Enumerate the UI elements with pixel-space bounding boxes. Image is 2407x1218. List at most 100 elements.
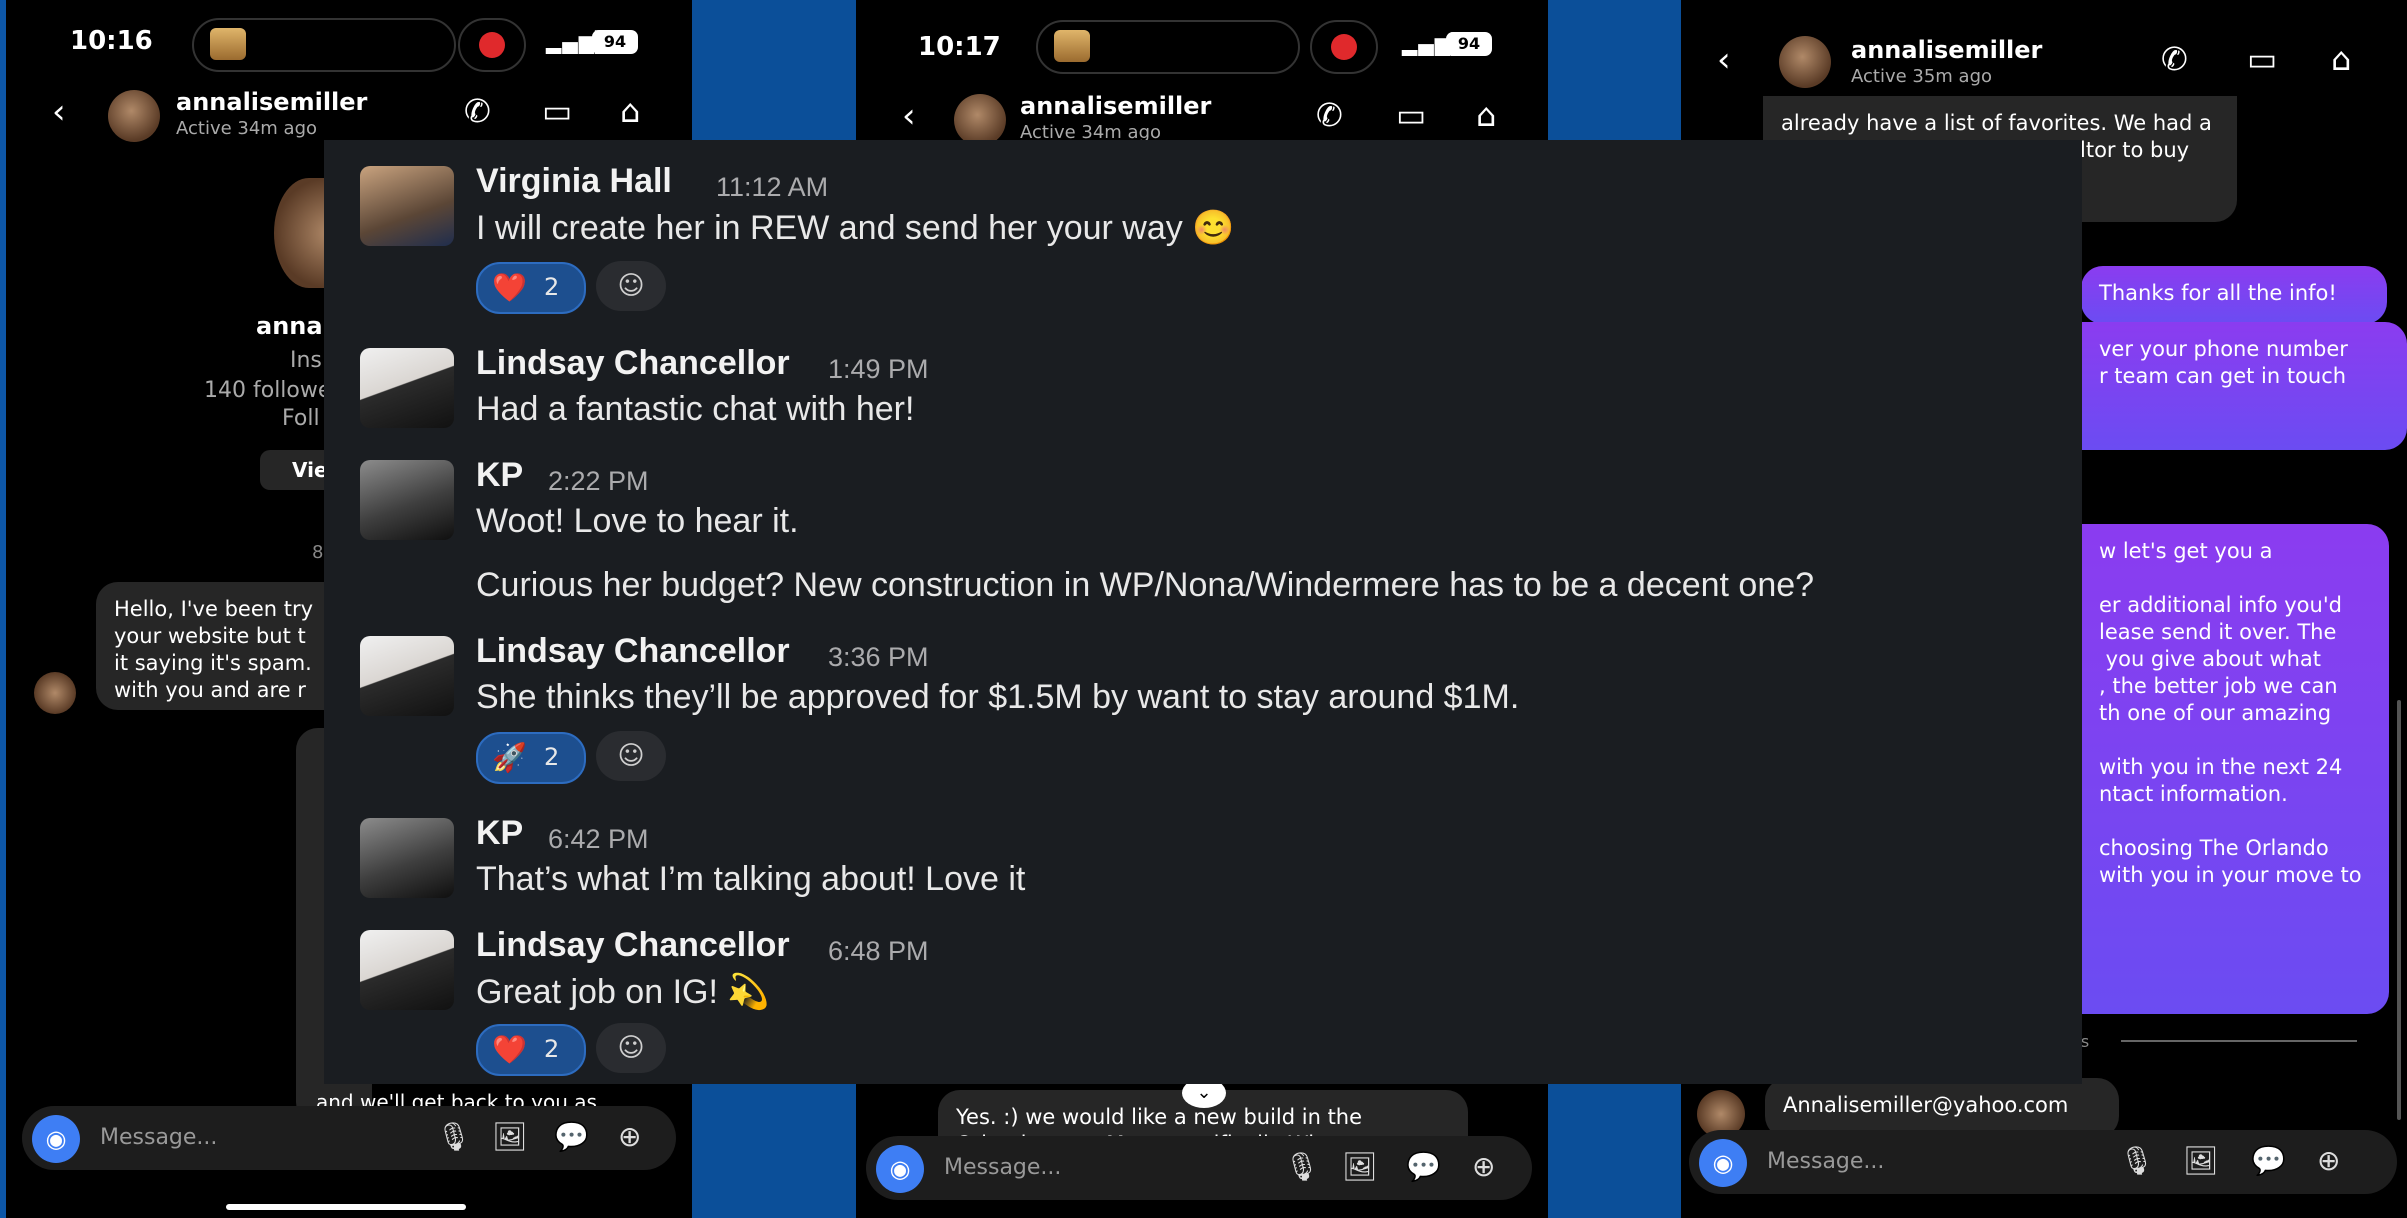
heart-icon: ❤️	[492, 1033, 527, 1066]
chat-username[interactable]: annalisemiller	[1020, 92, 1211, 120]
avatar[interactable]	[360, 348, 454, 428]
camera-icon[interactable]: ◉	[1699, 1139, 1747, 1187]
sticker-icon[interactable]: 💬	[554, 1120, 589, 1153]
avatar[interactable]	[954, 94, 1006, 146]
message-timestamp[interactable]: 11:12 AM	[716, 172, 828, 203]
status-time: 10:16	[70, 26, 153, 56]
dynamic-island	[1036, 20, 1300, 74]
avatar[interactable]	[360, 636, 454, 716]
status-time: 10:17	[918, 32, 1001, 62]
back-chevron-icon[interactable]: ‹	[902, 96, 916, 136]
battery-indicator: 94	[592, 30, 638, 54]
home-indicator	[226, 1204, 466, 1210]
message-author[interactable]: KP	[476, 814, 523, 853]
message-timestamp[interactable]: 3:36 PM	[828, 642, 929, 673]
record-indicator-icon	[1310, 20, 1378, 74]
record-indicator-icon	[458, 18, 526, 72]
message-timestamp[interactable]: 2:22 PM	[548, 466, 649, 497]
scrollbar[interactable]	[2397, 700, 2401, 1120]
gallery-icon[interactable]: 🖼	[1342, 1150, 1378, 1183]
avatar[interactable]	[360, 460, 454, 540]
message-author[interactable]: Lindsay Chancellor	[476, 344, 790, 383]
gallery-icon[interactable]: 🖼	[492, 1120, 528, 1153]
reaction-button[interactable]: ❤️ 2	[476, 262, 586, 314]
sticker-icon[interactable]: 💬	[2251, 1144, 2286, 1177]
add-icon[interactable]: ⊕	[2317, 1144, 2340, 1177]
app-thumbnail-icon	[210, 28, 246, 60]
tag-icon[interactable]: ⌂	[620, 92, 640, 130]
message-composer[interactable]: ◉ Message... 🎙 🖼 💬 ⊕	[866, 1136, 1532, 1200]
chat-username[interactable]: annalisemiller	[1851, 36, 2042, 64]
reaction-count: 2	[544, 273, 560, 301]
email-message[interactable]: Annalisemiller@yahoo.com	[1765, 1078, 2119, 1138]
message-input[interactable]: Message...	[1767, 1149, 1884, 1174]
status-bar: 10:16 ▂▄▆█ 94	[6, 0, 692, 90]
reaction-button[interactable]: 🚀 2	[476, 732, 586, 784]
avatar[interactable]	[360, 166, 454, 246]
microphone-icon[interactable]: 🎙	[2119, 1144, 2155, 1177]
active-status: Active 35m ago	[1851, 66, 1993, 87]
video-call-icon[interactable]: ▭	[2247, 40, 2277, 78]
message-composer[interactable]: ◉ Message... 🎙 🖼 💬 ⊕	[22, 1106, 676, 1170]
add-reaction-icon[interactable]: ☺	[596, 731, 666, 781]
message-input[interactable]: Message...	[100, 1125, 217, 1150]
add-icon[interactable]: ⊕	[618, 1120, 641, 1153]
reaction-button[interactable]: ❤️ 2	[476, 1024, 586, 1076]
status-bar: 10:17 ▂▄▆█ 94	[856, 0, 1548, 90]
phone-call-icon[interactable]: ✆	[464, 92, 491, 130]
camera-icon[interactable]: ◉	[876, 1145, 924, 1193]
back-chevron-icon[interactable]: ‹	[52, 92, 66, 132]
slack-thread-panel: Virginia Hall 11:12 AM I will create her…	[324, 140, 2082, 1084]
rocket-icon: 🚀	[492, 741, 527, 774]
sent-message[interactable]: ver your phone number r team can get in …	[2081, 322, 2407, 450]
back-chevron-icon[interactable]: ‹	[1717, 40, 1731, 80]
message-text: Had a fantastic chat with her!	[476, 390, 915, 428]
message-timestamp[interactable]: 6:48 PM	[828, 936, 929, 967]
avatar[interactable]	[360, 818, 454, 898]
profile-name: annal	[256, 312, 331, 340]
message-author[interactable]: Lindsay Chancellor	[476, 632, 790, 671]
chat-header: ‹ annalisemiller Active 34m ago ✆ ▭ ⌂	[6, 82, 692, 146]
message-composer[interactable]: ◉ Message... 🎙 🖼 💬 ⊕	[1689, 1130, 2397, 1194]
chat-header: ‹ annalisemiller Active 35m ago ✆ ▭ ⌂	[1681, 30, 2407, 94]
message-text: Woot! Love to hear it.	[476, 502, 799, 540]
active-status: Active 34m ago	[176, 118, 318, 139]
phone-call-icon[interactable]: ✆	[2161, 40, 2188, 78]
phone-call-icon[interactable]: ✆	[1316, 96, 1343, 134]
video-call-icon[interactable]: ▭	[542, 92, 572, 130]
add-reaction-icon[interactable]: ☺	[596, 1023, 666, 1073]
camera-icon[interactable]: ◉	[32, 1115, 80, 1163]
avatar[interactable]	[108, 90, 160, 142]
message-timestamp[interactable]: 6:42 PM	[548, 824, 649, 855]
message-input[interactable]: Message...	[944, 1155, 1061, 1180]
sent-message[interactable]: w let's get you a er additional info you…	[2081, 524, 2389, 1014]
message-text: Great job on IG! 💫	[476, 973, 770, 1011]
avatar[interactable]	[360, 930, 454, 1010]
message-text: Curious her budget? New construction in …	[476, 566, 1815, 604]
sticker-icon[interactable]: 💬	[1406, 1150, 1441, 1183]
tag-icon[interactable]: ⌂	[1476, 96, 1496, 134]
dynamic-island	[192, 18, 456, 72]
sent-message[interactable]: Thanks for all the info!	[2081, 266, 2387, 324]
chat-username[interactable]: annalisemiller	[176, 88, 367, 116]
tag-icon[interactable]: ⌂	[2331, 40, 2351, 78]
date-separator: 8	[312, 542, 324, 563]
video-call-icon[interactable]: ▭	[1396, 96, 1426, 134]
microphone-icon[interactable]: 🎙	[1284, 1150, 1320, 1183]
avatar	[34, 672, 76, 714]
message-timestamp[interactable]: 1:49 PM	[828, 354, 929, 385]
view-profile-button[interactable]: Vie	[260, 450, 330, 490]
message-text: She thinks they’ll be approved for $1.5M…	[476, 678, 1520, 716]
add-icon[interactable]: ⊕	[1472, 1150, 1495, 1183]
microphone-icon[interactable]: 🎙	[436, 1120, 472, 1153]
add-reaction-icon[interactable]: ☺	[596, 261, 666, 311]
profile-follow: Foll	[282, 406, 320, 431]
message-author[interactable]: Virginia Hall	[476, 162, 672, 201]
reaction-count: 2	[544, 743, 560, 771]
profile-followers: 140 followe	[204, 378, 332, 403]
gallery-icon[interactable]: 🖼	[2183, 1144, 2219, 1177]
message-author[interactable]: Lindsay Chancellor	[476, 926, 790, 965]
reaction-count: 2	[544, 1035, 560, 1063]
avatar[interactable]	[1779, 36, 1831, 88]
message-author[interactable]: KP	[476, 456, 523, 495]
